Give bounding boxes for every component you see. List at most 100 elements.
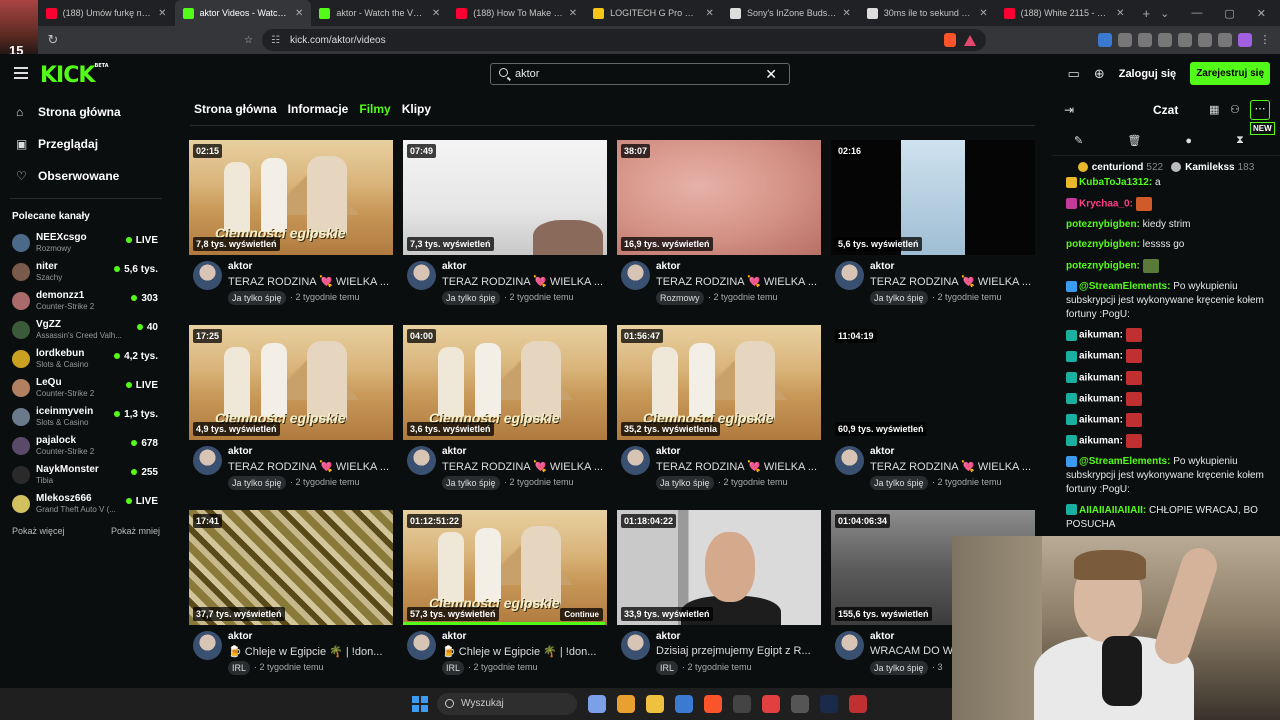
chat-username[interactable]: Krychaa_0: [1079,198,1136,209]
browser-tab[interactable]: (188) Umów furkę na najlepsze ✕ [38,0,175,26]
chat-username[interactable]: poteznybigben: [1066,239,1143,250]
category-tag[interactable]: IRL [228,661,251,675]
taskbar-app-icon[interactable] [820,695,838,713]
category-tag[interactable]: Ja tylko śpię [442,476,500,490]
chat-username[interactable]: AIIAIIAIIAIIAII: [1079,505,1149,516]
channel-name[interactable]: aktor [870,631,894,642]
extension-icon[interactable] [1218,33,1232,47]
chat-username[interactable]: aikuman: [1079,414,1126,425]
users-icon[interactable]: ⚇ [1230,103,1240,116]
sidebar-item-heart[interactable]: ♡ Obserwowane [0,160,172,192]
category-tag[interactable]: Ja tylko śpię [870,291,928,305]
video-card[interactable]: 38:07 16,9 tys. wyświetleń aktor TERAZ RODZ… [617,140,821,315]
chat-username[interactable]: KubaToJa1312: [1079,177,1155,188]
extension-icon[interactable] [1178,33,1192,47]
maximize-icon[interactable]: ▢ [1224,7,1234,20]
taskbar-app-icon[interactable] [704,695,722,713]
chat-username[interactable]: aikuman: [1079,351,1126,362]
profile-icon[interactable] [1238,33,1252,47]
browser-tab[interactable]: Sony's InZone Buds jakie mają ✕ [722,0,859,26]
video-thumbnail[interactable]: 07:49 7,3 tys. wyświetleń [403,140,607,255]
chat-username[interactable]: poteznybigben: [1066,219,1143,230]
bookmark-icon[interactable]: ☆ [244,35,253,46]
url-field[interactable]: ☆ ☷ kick.com/aktor/videos [244,29,986,51]
channel-name[interactable]: aktor [228,631,252,642]
tab-close-icon[interactable]: ✕ [1116,8,1124,19]
recommended-channel[interactable]: iceinmyvein Slots & Casino 1,3 tys. [0,402,172,431]
channel-name[interactable]: aktor [870,446,894,457]
windows-start-icon[interactable] [412,696,428,712]
browser-tab[interactable]: LOGITECH G Pro X 2 Bezprzew ✕ [585,0,722,26]
recommended-channel[interactable]: pajalock Counter-Strike 2 678 [0,431,172,460]
avatar[interactable] [407,261,436,290]
tab-close-icon[interactable]: ✕ [432,8,440,19]
taskbar-app-icon[interactable] [617,695,635,713]
tab-informacje[interactable]: Informacje [288,102,349,116]
video-card[interactable]: 02:16 5,6 tys. wyświetleń aktor TERAZ RODZI… [831,140,1035,315]
video-thumbnail[interactable]: 01:18:04:22 33,9 tys. wyświetleń [617,510,821,625]
browser-tab[interactable]: (188) White 2115 - RED FLAG ✕ [996,0,1133,26]
chat-username[interactable]: @StreamElements: [1079,281,1173,292]
recommended-channel[interactable]: LeQu Counter-Strike 2 LIVE [0,373,172,402]
video-card[interactable]: Ciemności egipskie 02:15 7,8 tys. wyświetl… [189,140,393,315]
video-title[interactable]: 🍺 Chleje w Egipcie 🌴 | !don... [442,645,607,658]
login-button[interactable]: Zaloguj się [1119,68,1176,80]
taskbar-app-icon[interactable] [733,695,751,713]
video-title[interactable]: TERAZ RODZINA 💘 WIELKA ... [228,460,393,473]
tab-close-icon[interactable]: ✕ [569,8,577,19]
recommended-channel[interactable]: NaykMonster Tibia 255 [0,460,172,489]
chat-bubble-icon[interactable]: ● [1185,135,1192,147]
extension-icon[interactable] [1198,33,1212,47]
channel-name[interactable]: aktor [228,261,252,272]
channel-name[interactable]: aktor [656,631,680,642]
video-thumbnail[interactable]: 17:41 37,7 tys. wyświetleń [189,510,393,625]
timer-icon[interactable]: ⧗ [1236,134,1244,147]
search-input[interactable]: aktor ✕ [490,63,790,85]
chat-username[interactable]: aikuman: [1079,436,1126,447]
video-card[interactable]: Ciemności egipskie 01:56:47 35,2 tys. wyśw… [617,325,821,500]
video-card[interactable]: 01:18:04:22 33,9 tys. wyświetleń aktor Dzis… [617,510,821,685]
delete-icon[interactable]: 🗑 [1127,134,1141,147]
reload-icon[interactable]: ↻ [40,32,66,48]
browser-tab[interactable]: 30ms ile to sekund - Google S ✕ [859,0,996,26]
chat-username[interactable]: aikuman: [1079,372,1126,383]
extension-icon[interactable] [1118,33,1132,47]
video-title[interactable]: TERAZ RODZINA 💘 WIELKA ... [228,275,393,288]
leaderboard-icon[interactable]: ▦ [1209,103,1219,116]
video-thumbnail[interactable]: Ciemności egipskie 04:00 3,6 tys. wyświetl… [403,325,607,440]
avatar[interactable] [407,631,436,660]
menu-kebab-icon[interactable]: ⋮ [1258,33,1272,47]
category-tag[interactable]: IRL [656,661,679,675]
taskbar-search[interactable]: Wyszukaj [437,693,577,715]
recommended-channel[interactable]: Mlekosz666 Grand Theft Auto V (... LIVE [0,489,172,518]
channel-name[interactable]: aktor [656,446,680,457]
chat-username[interactable]: aikuman: [1079,393,1126,404]
browser-tab[interactable]: aktor - Watch the VOD on Kick ✕ [311,0,448,26]
sidebar-item-home[interactable]: ⌂ Strona główna [0,96,172,128]
video-title[interactable]: TERAZ RODZINA 💘 WIELKA ... [656,275,821,288]
avatar[interactable] [621,446,650,475]
recommended-channel[interactable]: VgZZ Assassin's Creed Valh... 40 [0,315,172,344]
close-window-icon[interactable]: ✕ [1257,7,1266,20]
sidebar-item-browse[interactable]: ▣ Przeglądaj [0,128,172,160]
tab-close-icon[interactable]: ✕ [979,8,987,19]
avatar[interactable] [407,446,436,475]
channel-name[interactable]: aktor [442,261,466,272]
brave-shield-icon[interactable] [944,33,956,47]
pin-icon[interactable]: ✎ [1074,134,1083,147]
video-thumbnail[interactable]: Ciemności egipskie 02:15 7,8 tys. wyświetl… [189,140,393,255]
show-more-link[interactable]: Pokaż więcej [12,526,65,536]
top-gifter[interactable]: centuriond 522 [1077,162,1163,173]
tab-strona-główna[interactable]: Strona główna [194,102,277,116]
video-thumbnail[interactable]: Ciemności egipskie 01:12:51:22 57,3 tys. w… [403,510,607,625]
recommended-channel[interactable]: demonzz1 Counter-Strike 2 303 [0,286,172,315]
tab-close-icon[interactable]: ✕ [158,8,166,19]
video-title[interactable]: Dzisiaj przejmujemy Egipt z R... [656,645,821,657]
category-tag[interactable]: Ja tylko śpię [228,476,286,490]
category-tag[interactable]: Ja tylko śpię [870,661,928,675]
avatar[interactable] [621,631,650,660]
video-card[interactable]: Ciemności egipskie 01:12:51:22 57,3 tys. w… [403,510,607,685]
video-thumbnail[interactable]: 11:04:19 60,9 tys. wyświetleń [831,325,1035,440]
video-title[interactable]: TERAZ RODZINA 💘 WIELKA ... [870,460,1035,473]
tab-search-icon[interactable]: ⌄ [1160,7,1169,20]
